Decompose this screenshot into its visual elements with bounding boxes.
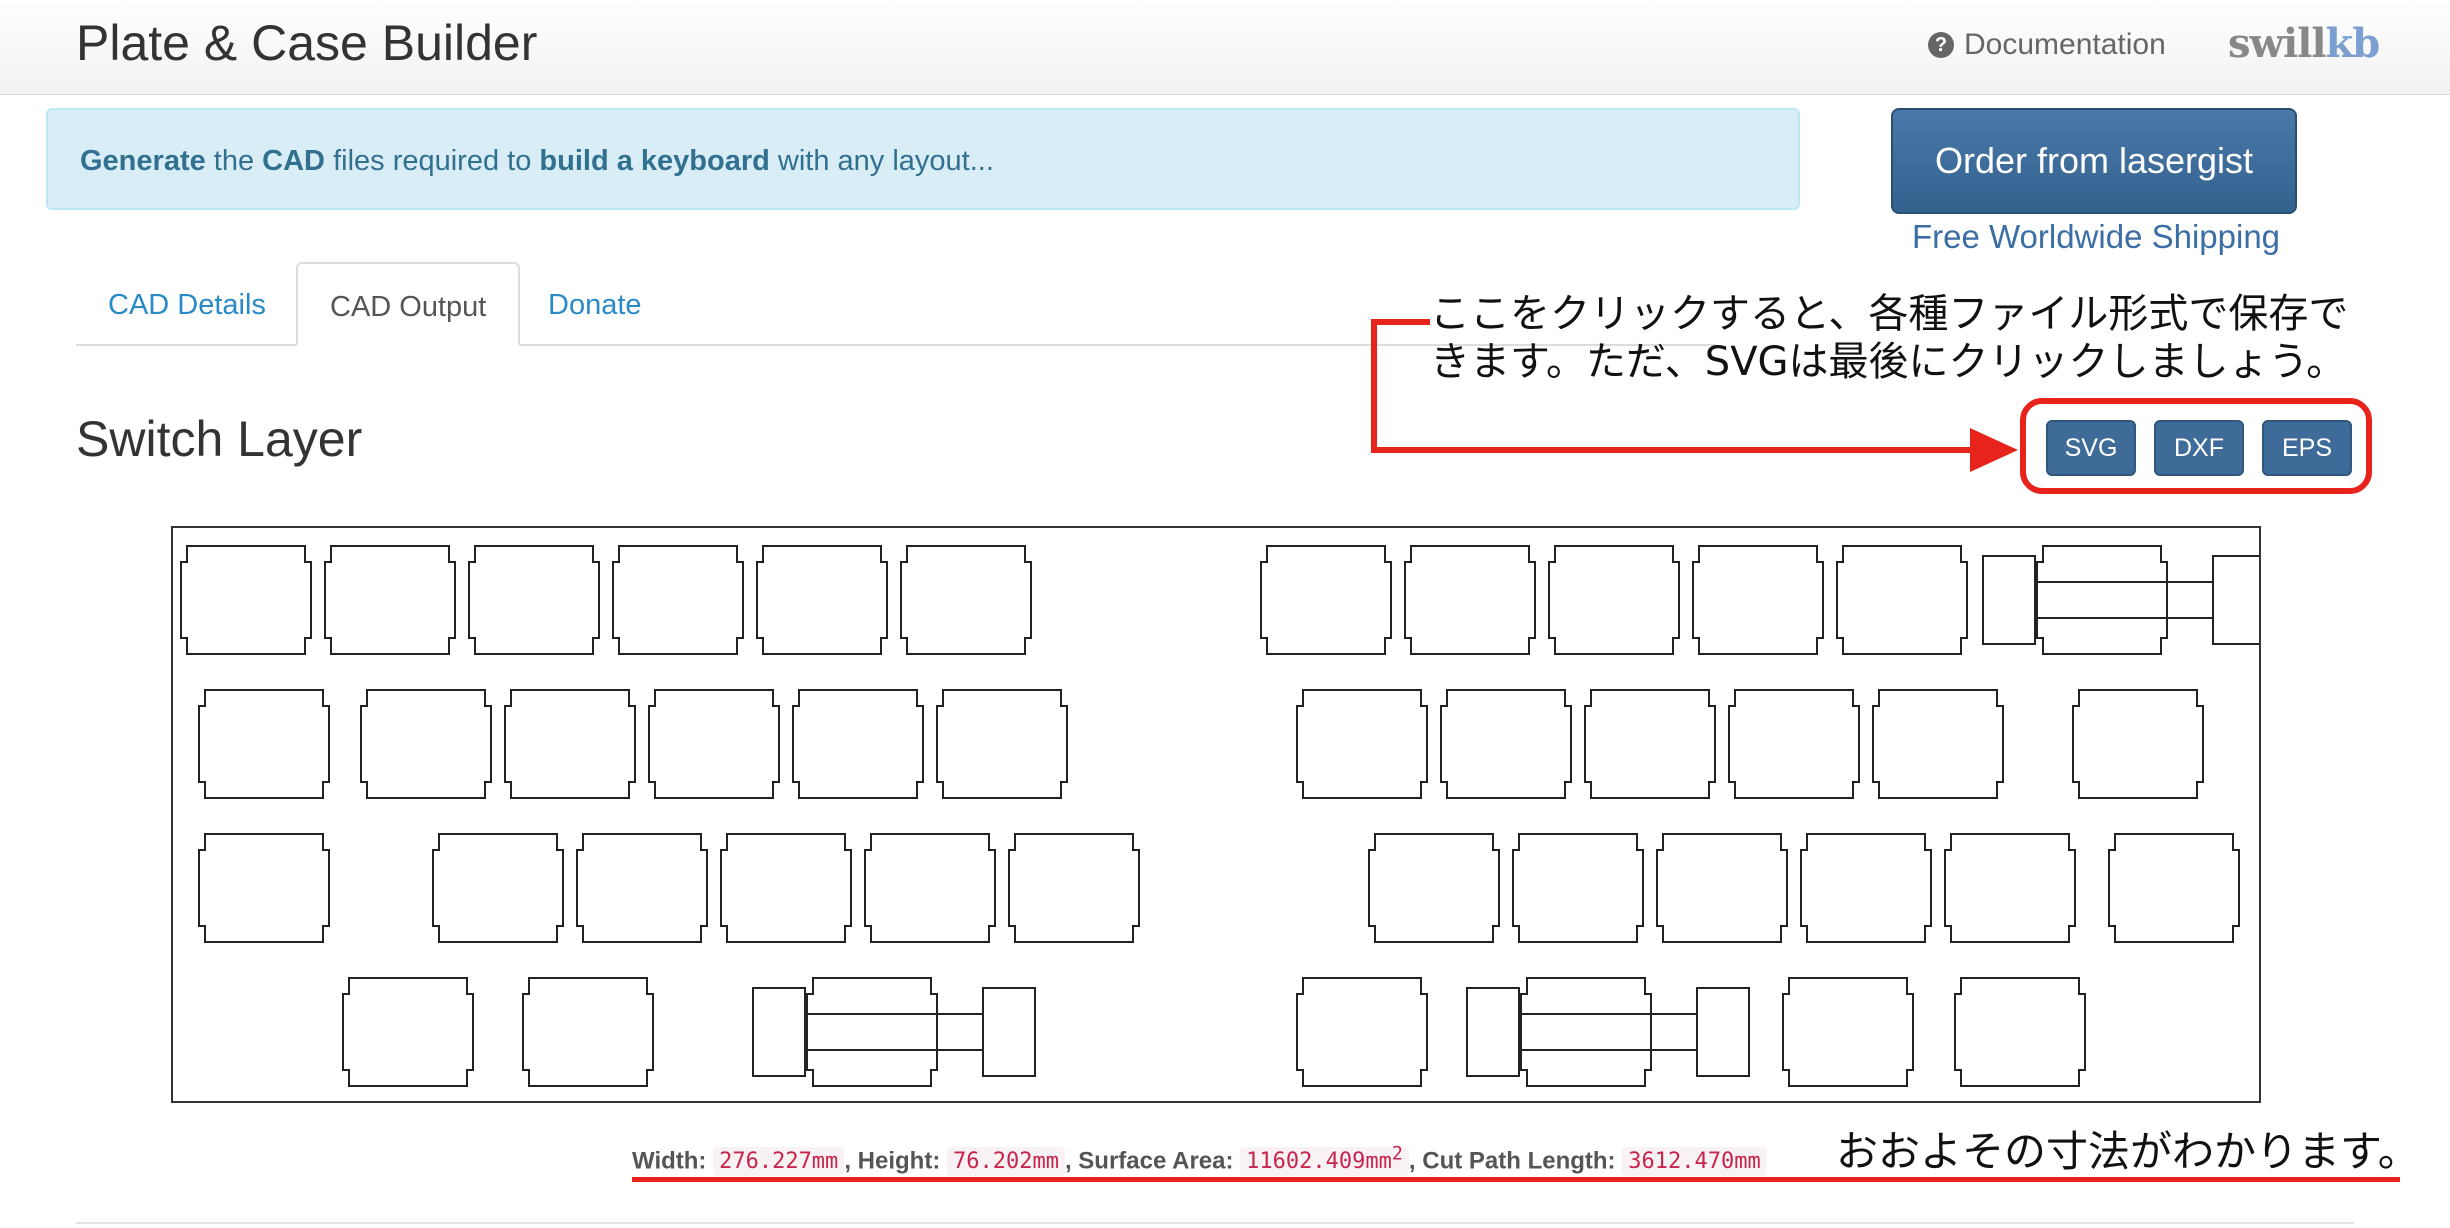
cut-value: 3612.470mm bbox=[1622, 1147, 1767, 1177]
switch-cutout bbox=[576, 833, 708, 943]
section-title: Switch Layer bbox=[76, 411, 363, 467]
switch-cutout bbox=[198, 689, 330, 799]
switch-cutout bbox=[792, 689, 924, 799]
switch-cutout bbox=[324, 545, 456, 655]
stabilizer-box bbox=[2212, 555, 2259, 645]
stabilizer-cutout bbox=[1982, 555, 2259, 645]
stabilizer-cutout bbox=[1466, 987, 1750, 1077]
download-svg-button[interactable]: SVG bbox=[2046, 420, 2136, 476]
switch-cutout bbox=[1368, 833, 1500, 943]
switch-cutout bbox=[1692, 545, 1824, 655]
switch-cutout bbox=[342, 977, 474, 1087]
switch-cutout bbox=[2036, 545, 2168, 655]
download-buttons-highlight: SVG DXF EPS bbox=[2020, 398, 2372, 494]
stabilizer-box bbox=[982, 987, 1036, 1077]
width-label: Width: bbox=[632, 1147, 707, 1175]
stabilizer-box bbox=[1466, 987, 1520, 1077]
stabilizer-box bbox=[752, 987, 806, 1077]
stabilizer-bar bbox=[2034, 581, 2214, 619]
switch-cutout bbox=[1520, 977, 1652, 1087]
area-number: 11602.409mm bbox=[1246, 1149, 1392, 1175]
switch-cutout bbox=[900, 545, 1032, 655]
download-eps-button[interactable]: EPS bbox=[2262, 420, 2352, 476]
switch-cutout bbox=[756, 545, 888, 655]
switch-cutout bbox=[1440, 689, 1572, 799]
width-value: 276.227mm bbox=[713, 1147, 845, 1177]
switch-cutout bbox=[180, 545, 312, 655]
height-value: 76.202mm bbox=[946, 1147, 1065, 1177]
switch-cutout bbox=[1512, 833, 1644, 943]
dimensions-annotation: おおよその寸法がわかります。 bbox=[1836, 1127, 2420, 1176]
switch-cutout bbox=[1872, 689, 2004, 799]
switch-cutout bbox=[360, 689, 492, 799]
dimensions-readout: Width: 276.227mm, Height: 76.202mm, Surf… bbox=[632, 1144, 1767, 1177]
switch-cutout bbox=[864, 833, 996, 943]
switch-cutout bbox=[522, 977, 654, 1087]
switch-cutout bbox=[612, 545, 744, 655]
cut-label: Cut Path Length: bbox=[1422, 1147, 1616, 1175]
switch-plate-preview bbox=[171, 526, 2261, 1103]
switch-cutout bbox=[2108, 833, 2240, 943]
switch-cutout bbox=[648, 689, 780, 799]
area-label: Surface Area: bbox=[1078, 1147, 1234, 1175]
switch-cutout bbox=[1954, 977, 2086, 1087]
switch-cutout bbox=[1260, 545, 1392, 655]
stabilizer-bar bbox=[1518, 1013, 1698, 1051]
switch-cutout bbox=[1404, 545, 1536, 655]
switch-cutout bbox=[1944, 833, 2076, 943]
switch-cutout bbox=[2072, 689, 2204, 799]
download-dxf-button[interactable]: DXF bbox=[2154, 420, 2244, 476]
switch-cutout bbox=[1584, 689, 1716, 799]
switch-cutout bbox=[1296, 977, 1428, 1087]
switch-cutout bbox=[468, 545, 600, 655]
stabilizer-cutout bbox=[752, 987, 1036, 1077]
switch-cutout bbox=[1548, 545, 1680, 655]
switch-cutout bbox=[1296, 689, 1428, 799]
switch-cutout bbox=[432, 833, 564, 943]
stabilizer-box bbox=[1696, 987, 1750, 1077]
stabilizer-bar bbox=[804, 1013, 984, 1051]
dimensions-underline bbox=[632, 1177, 2400, 1182]
switch-cutout bbox=[198, 833, 330, 943]
divider bbox=[76, 1222, 2354, 1224]
switch-cutout bbox=[1656, 833, 1788, 943]
switch-cutout bbox=[936, 689, 1068, 799]
height-label: Height: bbox=[857, 1147, 941, 1175]
stabilizer-box bbox=[1982, 555, 2036, 645]
area-value: 11602.409mm2 bbox=[1240, 1144, 1409, 1177]
switch-cutout bbox=[720, 833, 852, 943]
switch-cutout bbox=[1008, 833, 1140, 943]
switch-cutout bbox=[1782, 977, 1914, 1087]
area-unit-sup: 2 bbox=[1391, 1144, 1403, 1165]
switch-cutout bbox=[1800, 833, 1932, 943]
switch-cutout bbox=[1836, 545, 1968, 655]
plate-drawing bbox=[180, 545, 2259, 1087]
switch-cutout bbox=[806, 977, 938, 1087]
switch-cutout bbox=[504, 689, 636, 799]
switch-cutout bbox=[1728, 689, 1860, 799]
